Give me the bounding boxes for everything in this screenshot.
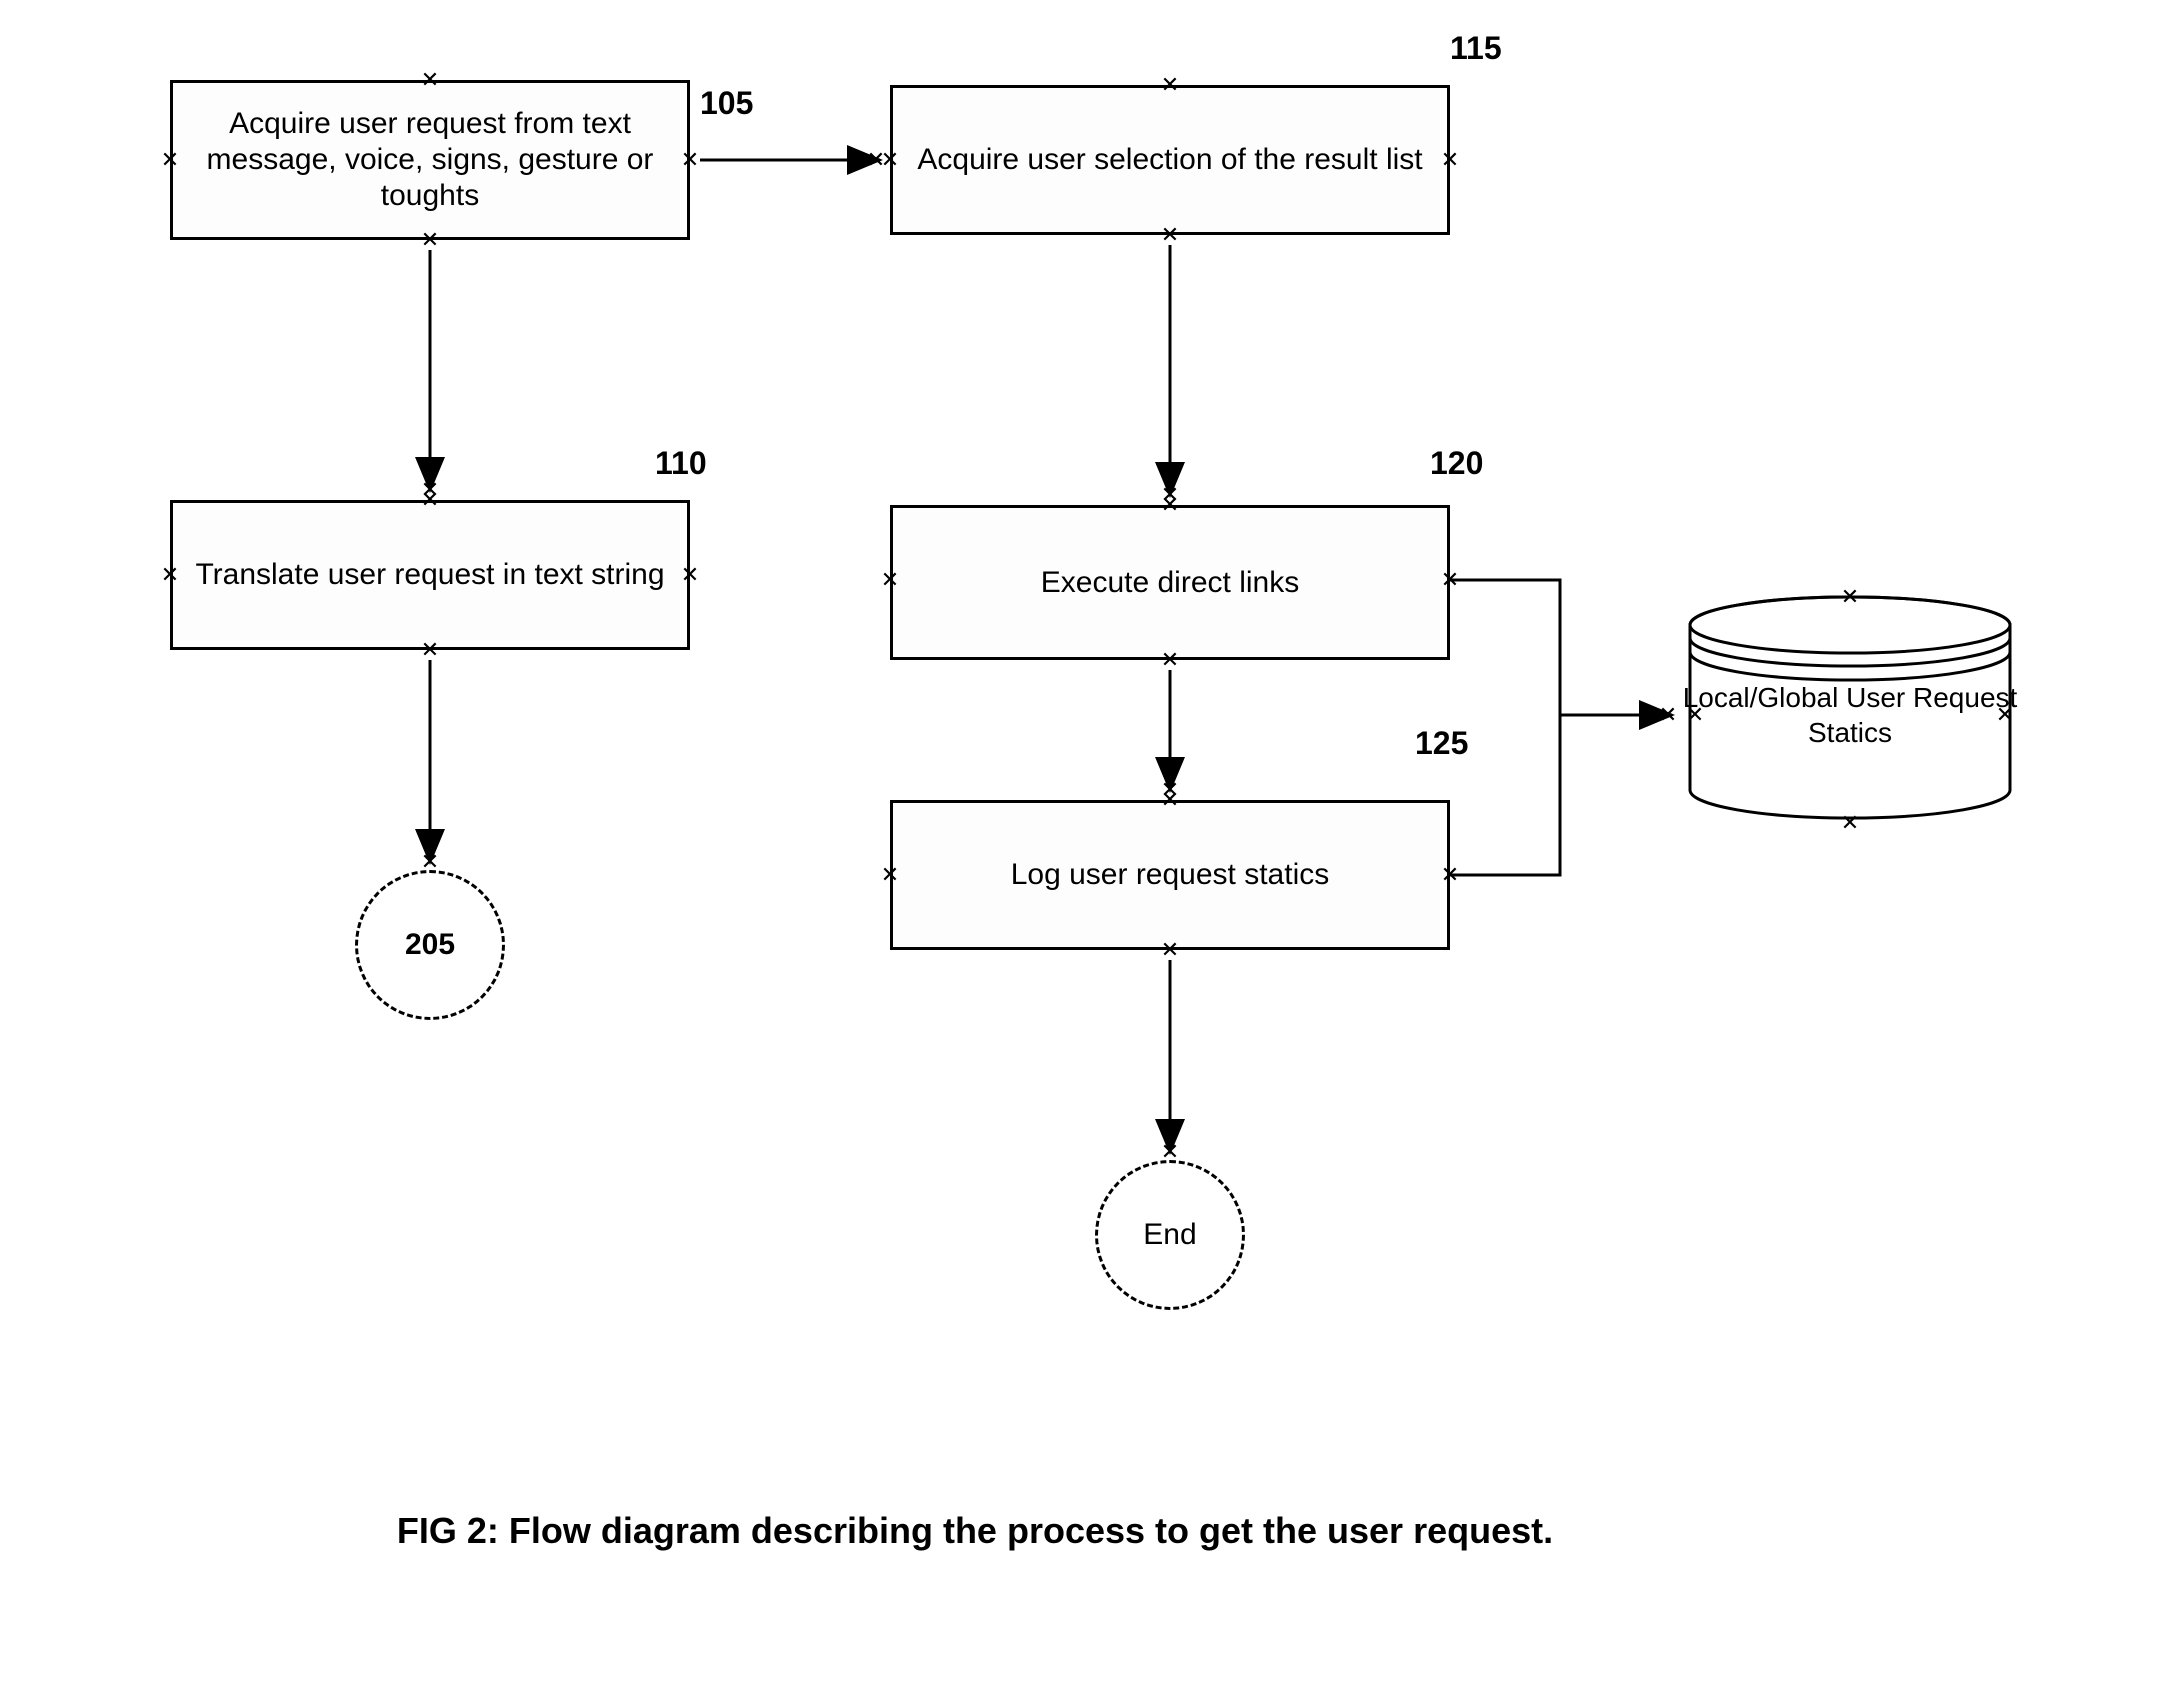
box-text: Log user request statics bbox=[1011, 857, 1330, 893]
database-label: Local/Global User Request Statics bbox=[1680, 680, 2020, 750]
box-text: Translate user request in text string bbox=[195, 557, 664, 593]
tick-mark: ✕ bbox=[881, 569, 899, 591]
tick-mark: ✕ bbox=[421, 479, 439, 501]
box-text: Acquire user selection of the result lis… bbox=[917, 142, 1422, 178]
tick-mark: ✕ bbox=[1996, 704, 2014, 726]
tick-mark: ✕ bbox=[1161, 1141, 1179, 1163]
tick-mark: ✕ bbox=[1161, 939, 1179, 961]
label-110: 110 bbox=[655, 445, 707, 482]
tick-mark: ✕ bbox=[681, 564, 699, 586]
process-box-120: Execute direct links bbox=[890, 505, 1450, 660]
tick-mark: ✕ bbox=[421, 229, 439, 251]
label-120: 120 bbox=[1430, 445, 1483, 482]
tick-mark: ✕ bbox=[1441, 864, 1459, 886]
tick-mark: ✕ bbox=[1841, 812, 1859, 834]
tick-mark: ✕ bbox=[421, 69, 439, 91]
process-box-110: Translate user request in text string bbox=[170, 500, 690, 650]
connector-205: 205 bbox=[355, 870, 505, 1020]
process-box-105: Acquire user request from text message, … bbox=[170, 80, 690, 240]
circle-text: End bbox=[1143, 1218, 1196, 1252]
label-115: 115 bbox=[1450, 30, 1502, 67]
terminator-end: End bbox=[1095, 1160, 1245, 1310]
tick-mark: ✕ bbox=[1686, 704, 1704, 726]
database-cylinder: Local/Global User Request Statics bbox=[1680, 590, 2020, 830]
tick-mark: ✕ bbox=[681, 149, 699, 171]
diagram-canvas: Acquire user request from text message, … bbox=[0, 0, 2170, 1703]
box-text: Acquire user request from text message, … bbox=[185, 106, 675, 214]
tick-mark: ✕ bbox=[1441, 569, 1459, 591]
tick-mark: ✕ bbox=[1161, 649, 1179, 671]
tick-mark: ✕ bbox=[867, 149, 885, 171]
tick-mark: ✕ bbox=[1659, 704, 1677, 726]
tick-mark: ✕ bbox=[1161, 484, 1179, 506]
label-125: 125 bbox=[1415, 725, 1468, 762]
box-text: Execute direct links bbox=[1041, 565, 1299, 601]
tick-mark: ✕ bbox=[1161, 224, 1179, 246]
tick-mark: ✕ bbox=[881, 864, 899, 886]
tick-mark: ✕ bbox=[1441, 149, 1459, 171]
tick-mark: ✕ bbox=[421, 639, 439, 661]
circle-text: 205 bbox=[405, 928, 455, 962]
tick-mark: ✕ bbox=[1841, 586, 1859, 608]
figure-caption: FIG 2: Flow diagram describing the proce… bbox=[350, 1510, 1600, 1552]
tick-mark: ✕ bbox=[1161, 74, 1179, 96]
tick-mark: ✕ bbox=[421, 851, 439, 873]
process-box-115: Acquire user selection of the result lis… bbox=[890, 85, 1450, 235]
tick-mark: ✕ bbox=[1161, 779, 1179, 801]
tick-mark: ✕ bbox=[161, 564, 179, 586]
tick-mark: ✕ bbox=[161, 149, 179, 171]
label-105: 105 bbox=[700, 85, 753, 122]
process-box-125: Log user request statics bbox=[890, 800, 1450, 950]
